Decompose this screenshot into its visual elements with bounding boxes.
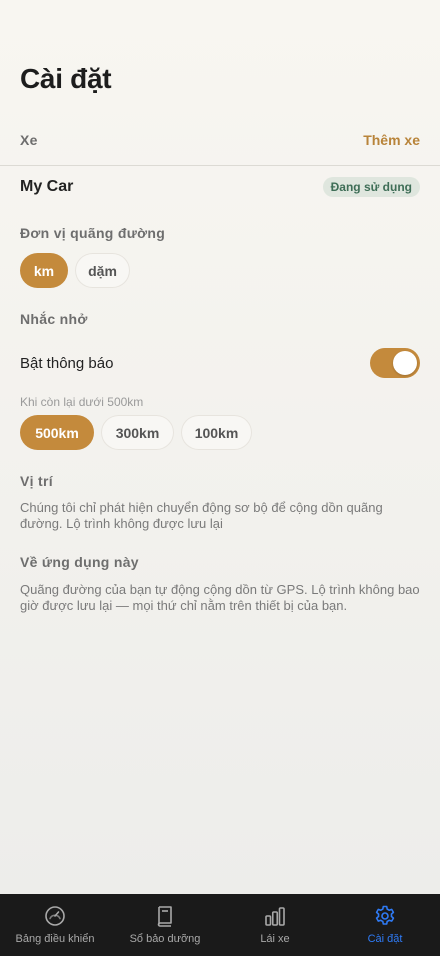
distance-unit-label: Đơn vị quãng đường	[20, 225, 166, 241]
notification-row: Bật thông báo	[20, 348, 420, 378]
gear-icon	[375, 905, 395, 925]
notification-label: Bật thông báo	[20, 354, 114, 372]
tab-label: Bảng điều khiển	[15, 933, 95, 945]
tab-dashboard[interactable]: Bảng điều khiển	[0, 894, 110, 956]
page-title: Cài đặt	[20, 63, 112, 94]
threshold-hint: Khi còn lại dưới 500km	[20, 395, 144, 409]
gauge-icon	[45, 906, 65, 926]
book-icon	[157, 906, 172, 927]
vehicle-section-header: Xe Thêm xe	[20, 130, 420, 150]
about-label: Về ứng dụng này	[20, 554, 139, 570]
tab-label: Sổ bảo dưỡng	[129, 933, 201, 945]
threshold-option-500km[interactable]: 500km	[20, 415, 94, 450]
tab-bar: Bảng điều khiển Sổ bảo dưỡng Lái xe Cài …	[0, 894, 440, 956]
toggle-knob	[393, 351, 417, 375]
tab-label: Cài đặt	[367, 933, 403, 945]
location-description: Chúng tôi chỉ phát hiện chuyển động sơ b…	[20, 500, 383, 531]
tab-settings[interactable]: Cài đặt	[330, 894, 440, 956]
vehicle-name: My Car	[20, 178, 74, 195]
tab-maintenance-log[interactable]: Sổ bảo dưỡng	[110, 894, 220, 956]
unit-option-km[interactable]: km	[20, 253, 68, 288]
bar-chart-icon	[265, 907, 285, 926]
location-label: Vị trí	[20, 473, 53, 489]
vehicle-item[interactable]: My Car Đang sử dụng	[20, 176, 420, 198]
threshold-selector: 500km 300km 100km	[20, 415, 252, 450]
settings-screen: Cài đặt Xe Thêm xe My Car Đang sử dụng Đ…	[0, 0, 440, 894]
divider	[0, 165, 440, 166]
add-vehicle-button[interactable]: Thêm xe	[363, 132, 420, 148]
reminders-label: Nhắc nhở	[20, 311, 88, 327]
notification-toggle[interactable]	[370, 348, 420, 378]
unit-option-mile[interactable]: dặm	[75, 253, 130, 288]
tab-label: Lái xe	[260, 933, 290, 945]
tab-driving[interactable]: Lái xe	[220, 894, 330, 956]
vehicle-section-label: Xe	[20, 132, 38, 148]
threshold-option-100km[interactable]: 100km	[181, 415, 252, 450]
status-badge: Đang sử dụng	[322, 177, 420, 197]
threshold-option-300km[interactable]: 300km	[101, 415, 174, 450]
about-description: Quãng đường của bạn tự động cộng dồn từ …	[20, 582, 420, 613]
distance-unit-selector: km dặm	[20, 253, 130, 288]
